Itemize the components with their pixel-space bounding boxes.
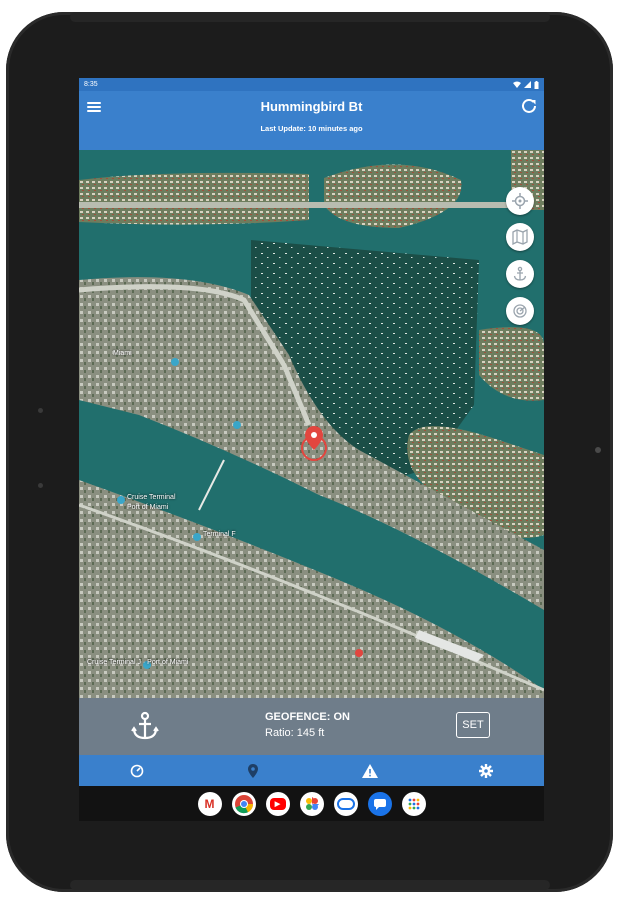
satellite-map[interactable]: Miami Cruise Terminal Port of Miami Term… xyxy=(79,150,544,698)
device-camera xyxy=(595,447,601,453)
warning-icon xyxy=(361,763,378,778)
gmail-icon[interactable]: M xyxy=(197,791,222,816)
wifi-icon xyxy=(513,81,521,88)
radar-button[interactable] xyxy=(506,297,534,325)
app-drawer-icon[interactable] xyxy=(401,791,426,816)
geofence-status: GEOFENCE: ON xyxy=(265,711,350,723)
my-location-button[interactable] xyxy=(506,187,534,215)
geofence-panel: GEOFENCE: ON Ratio: 145 ft SET xyxy=(79,698,544,755)
gear-icon xyxy=(478,763,493,778)
app-bar: Hummingbird Bt Last Update: 10 minutes a… xyxy=(79,91,544,150)
map-icon xyxy=(512,229,528,245)
nav-dashboard[interactable] xyxy=(79,755,195,786)
signal-icon xyxy=(524,81,531,88)
radar-icon xyxy=(513,304,527,318)
app-title: Hummingbird Bt xyxy=(260,99,363,114)
refresh-icon[interactable] xyxy=(520,97,538,115)
nav-alerts[interactable] xyxy=(312,755,428,786)
tablet-screen: 8:35 Hummingbird Bt Last Update: 10 minu… xyxy=(79,78,544,821)
messages-icon[interactable] xyxy=(367,791,392,816)
map-label: Cruise Terminal J · Port of Miami xyxy=(87,659,189,666)
device-bottom-edge xyxy=(70,880,550,890)
anchor-icon[interactable] xyxy=(129,710,161,742)
nav-map[interactable] xyxy=(195,755,311,786)
crosshair-icon xyxy=(512,193,528,209)
device-side-button xyxy=(38,483,43,488)
map-label: Miami xyxy=(113,350,132,357)
map-layers-button[interactable] xyxy=(506,223,534,251)
photos-icon[interactable] xyxy=(299,791,324,816)
map-label: Port of Miami xyxy=(127,504,169,511)
status-time: 8:35 xyxy=(84,81,98,88)
app-dock: M ▶ xyxy=(79,786,544,821)
device-side-button xyxy=(38,408,43,413)
device-top-edge xyxy=(70,12,550,22)
geofence-ratio: Ratio: 145 ft xyxy=(265,727,325,739)
last-update-text: Last Update: 10 minutes ago xyxy=(260,124,363,133)
battery-icon xyxy=(534,80,539,89)
map-label: Cruise Terminal xyxy=(127,494,176,501)
chrome-icon[interactable] xyxy=(231,791,256,816)
anchor-icon xyxy=(513,266,527,281)
youtube-icon[interactable]: ▶ xyxy=(265,791,290,816)
duo-icon[interactable] xyxy=(333,791,358,816)
nav-settings[interactable] xyxy=(428,755,544,786)
map-label: Terminal F xyxy=(203,531,236,538)
status-icons xyxy=(513,80,539,89)
gauge-icon xyxy=(130,764,144,777)
status-bar: 8:35 xyxy=(79,78,544,91)
bottom-navigation xyxy=(79,755,544,786)
location-pin-icon xyxy=(248,763,259,778)
set-geofence-button[interactable]: SET xyxy=(456,712,490,738)
map-imagery xyxy=(79,150,544,698)
anchor-location-button[interactable] xyxy=(506,260,534,288)
